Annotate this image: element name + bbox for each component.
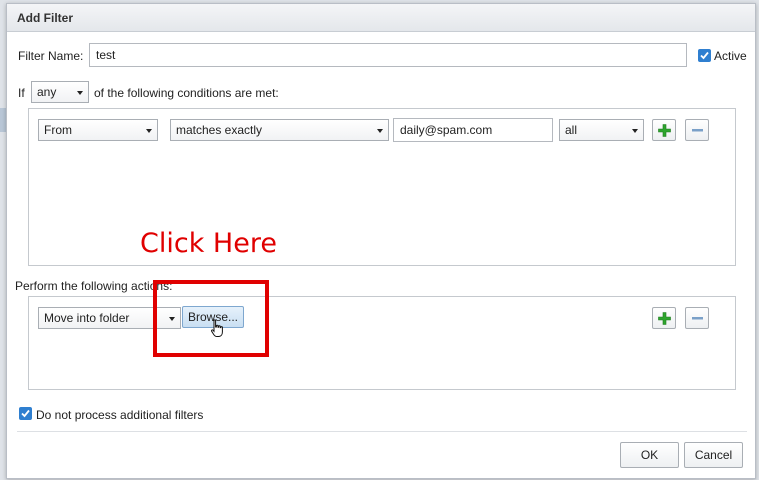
click-here-annotation: Click Here bbox=[140, 228, 277, 259]
filter-name-input[interactable]: test bbox=[89, 43, 687, 67]
chevron-down-icon bbox=[377, 129, 383, 133]
conditions-suffix-label: of the following conditions are met: bbox=[94, 86, 279, 100]
add-condition-button[interactable] bbox=[652, 119, 676, 141]
plus-icon bbox=[658, 312, 671, 325]
match-type-select[interactable]: any bbox=[31, 81, 89, 103]
chevron-down-icon bbox=[146, 129, 152, 133]
remove-action-button[interactable] bbox=[685, 307, 709, 329]
minus-icon bbox=[692, 129, 703, 132]
footer-divider bbox=[17, 431, 747, 432]
plus-icon bbox=[658, 124, 671, 137]
stop-processing-checkbox[interactable] bbox=[19, 407, 32, 420]
active-label: Active bbox=[714, 49, 747, 63]
dialog-title: Add Filter bbox=[17, 11, 73, 25]
filter-name-label: Filter Name: bbox=[18, 49, 84, 63]
remove-condition-button[interactable] bbox=[685, 119, 709, 141]
condition-operator-select[interactable]: matches exactly bbox=[170, 119, 389, 141]
conditions-if-label: If bbox=[18, 86, 25, 100]
stop-processing-label: Do not process additional filters bbox=[36, 408, 204, 422]
condition-field-select[interactable]: From bbox=[38, 119, 158, 141]
add-action-button[interactable] bbox=[652, 307, 676, 329]
condition-scope-select[interactable]: all bbox=[559, 119, 644, 141]
add-filter-dialog: Add Filter Filter Name: test Active If a… bbox=[6, 3, 756, 479]
ok-button[interactable]: OK bbox=[620, 442, 679, 468]
match-type-value: any bbox=[37, 85, 57, 99]
dialog-titlebar: Add Filter bbox=[7, 4, 755, 32]
active-checkbox[interactable] bbox=[698, 49, 711, 62]
condition-operator-value: matches exactly bbox=[176, 123, 263, 137]
checkmark-icon bbox=[21, 409, 30, 418]
condition-scope-value: all bbox=[565, 123, 578, 137]
actions-label: Perform the following actions: bbox=[15, 279, 173, 293]
action-type-value: Move into folder bbox=[44, 311, 130, 325]
minus-icon bbox=[692, 317, 703, 320]
checkmark-icon bbox=[700, 51, 709, 60]
condition-field-value: From bbox=[44, 123, 72, 137]
cancel-button[interactable]: Cancel bbox=[684, 442, 743, 468]
highlight-box bbox=[153, 280, 269, 357]
chevron-down-icon bbox=[632, 129, 638, 133]
condition-value-input[interactable]: daily@spam.com bbox=[393, 118, 553, 142]
chevron-down-icon bbox=[77, 91, 83, 95]
